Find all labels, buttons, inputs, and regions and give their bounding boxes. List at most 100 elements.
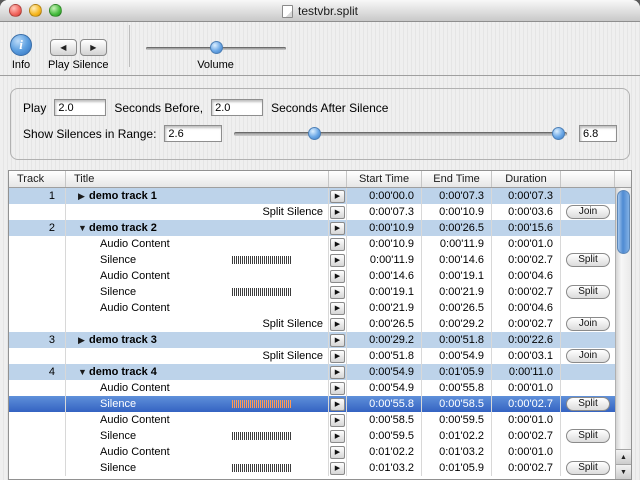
table-row[interactable]: Audio Content▶0:00'10.90:00'11.90:00'01.… [9,236,615,252]
track-number-cell [9,284,66,300]
split-button[interactable]: Split [566,461,610,475]
play-next-silence-button[interactable]: ▶ [80,39,107,56]
play-button[interactable]: ▶ [330,350,345,363]
row-title: Audio Content [100,300,170,316]
play-button[interactable]: ▶ [330,430,345,443]
join-button[interactable]: Join [566,349,610,363]
row-title: demo track 1 [89,188,157,204]
table-row[interactable]: Split Silence▶0:00'51.80:00'54.90:00'03.… [9,348,615,364]
table-row[interactable]: 3▶demo track 3▶0:00'29.20:00'51.80:00'22… [9,332,615,348]
play-button[interactable]: ▶ [330,270,345,283]
info-tool[interactable]: i Info [10,34,32,71]
play-button[interactable]: ▶ [330,302,345,315]
scrollbar-thumb[interactable] [617,190,630,254]
seconds-before-input[interactable] [54,99,106,116]
header-title[interactable]: Title [66,171,329,187]
action-cell: Split [561,460,615,476]
header-scroll-corner [615,171,631,187]
document-icon [282,5,293,18]
silence-range-slider[interactable] [234,126,567,142]
info-label: Info [12,59,30,71]
disclosure-collapsed-icon[interactable]: ▶ [78,332,89,348]
vertical-scrollbar[interactable]: ▲ ▼ [615,188,631,479]
table-row[interactable]: Audio Content▶0:00'14.60:00'19.10:00'04.… [9,268,615,284]
range-low-thumb[interactable] [308,127,321,140]
info-icon[interactable]: i [10,34,32,56]
split-button[interactable]: Split [566,253,610,267]
scroll-up-button[interactable]: ▲ [616,449,631,464]
table-row[interactable]: Audio Content▶0:00'54.90:00'55.80:00'01.… [9,380,615,396]
start-time-cell: 0:00'00.0 [347,188,422,204]
range-high-thumb[interactable] [552,127,565,140]
play-button[interactable]: ▶ [330,190,345,203]
play-cell: ▶ [329,204,347,220]
seconds-after-input[interactable] [211,99,263,116]
header-start-time[interactable]: Start Time [347,171,422,187]
start-time-cell: 0:00'29.2 [347,332,422,348]
play-button[interactable]: ▶ [330,318,345,331]
table-row[interactable]: 1▶demo track 1▶0:00'00.00:00'07.30:00'07… [9,188,615,204]
join-button[interactable]: Join [566,205,610,219]
range-slider-track[interactable] [234,132,567,136]
track-number-cell [9,268,66,284]
volume-slider-thumb[interactable] [210,41,223,54]
play-previous-silence-button[interactable]: ◀ [50,39,77,56]
end-time-cell: 0:00'07.3 [422,188,492,204]
table-row[interactable]: Split Silence▶0:00'26.50:00'29.20:00'02.… [9,316,615,332]
table-row[interactable]: Silence▶0:00'59.50:01'02.20:00'02.7Split [9,428,615,444]
play-silence-tool: ◀ ▶ Play Silence [48,36,109,71]
title-bar[interactable]: testvbr.split [0,0,640,22]
volume-label: Volume [197,59,234,71]
play-silence-buttons: ◀ ▶ [50,39,107,56]
disclosure-expanded-icon[interactable]: ▼ [78,220,89,236]
track-number-cell [9,316,66,332]
start-time-cell: 0:00'54.9 [347,364,422,380]
split-button[interactable]: Split [566,429,610,443]
duration-cell: 0:00'02.7 [492,428,561,444]
table-row[interactable]: Audio Content▶0:01'02.20:01'03.20:00'01.… [9,444,615,460]
play-button[interactable]: ▶ [330,446,345,459]
end-time-cell: 0:00'51.8 [422,332,492,348]
play-button[interactable]: ▶ [330,462,345,475]
start-time-cell: 0:00'10.9 [347,236,422,252]
play-button[interactable]: ▶ [330,334,345,347]
table-row[interactable]: Audio Content▶0:00'21.90:00'26.50:00'04.… [9,300,615,316]
play-button[interactable]: ▶ [330,286,345,299]
play-cell: ▶ [329,300,347,316]
table-row[interactable]: Silence▶0:01'03.20:01'05.90:00'02.7Split [9,460,615,476]
split-button[interactable]: Split [566,397,610,411]
window-title: testvbr.split [298,4,358,18]
volume-slider[interactable] [146,40,286,56]
app-window: testvbr.split i Info ◀ ▶ Play Silence Vo… [0,0,640,480]
disclosure-collapsed-icon[interactable]: ▶ [78,188,89,204]
table-row[interactable]: 2▼demo track 2▶0:00'10.90:00'26.50:00'15… [9,220,615,236]
play-button[interactable]: ▶ [330,414,345,427]
duration-cell: 0:00'01.0 [492,380,561,396]
play-button[interactable]: ▶ [330,366,345,379]
toolbar-separator [129,25,130,67]
range-max-input[interactable] [579,125,617,142]
play-button[interactable]: ▶ [330,398,345,411]
range-min-input[interactable] [164,125,222,142]
play-button[interactable]: ▶ [330,238,345,251]
table-row[interactable]: Silence▶0:00'11.90:00'14.60:00'02.7Split [9,252,615,268]
table-row[interactable]: Audio Content▶0:00'58.50:00'59.50:00'01.… [9,412,615,428]
play-button[interactable]: ▶ [330,206,345,219]
split-button[interactable]: Split [566,285,610,299]
disclosure-expanded-icon[interactable]: ▼ [78,364,89,380]
action-cell [561,332,615,348]
play-button[interactable]: ▶ [330,382,345,395]
table-row[interactable]: 4▼demo track 4▶0:00'54.90:01'05.90:00'11… [9,364,615,380]
scroll-down-button[interactable]: ▼ [616,464,631,479]
join-button[interactable]: Join [566,317,610,331]
table-row[interactable]: Silence▶0:00'19.10:00'21.90:00'02.7Split [9,284,615,300]
table-row[interactable]: Split Silence▶0:00'07.30:00'10.90:00'03.… [9,204,615,220]
header-end-time[interactable]: End Time [422,171,492,187]
header-duration[interactable]: Duration [492,171,561,187]
play-button[interactable]: ▶ [330,222,345,235]
row-title: demo track 4 [89,364,157,380]
play-button[interactable]: ▶ [330,254,345,267]
table-row[interactable]: Silence▶0:00'55.80:00'58.50:00'02.7Split [9,396,615,412]
header-track[interactable]: Track [9,171,66,187]
title-cell: Audio Content [66,412,329,428]
